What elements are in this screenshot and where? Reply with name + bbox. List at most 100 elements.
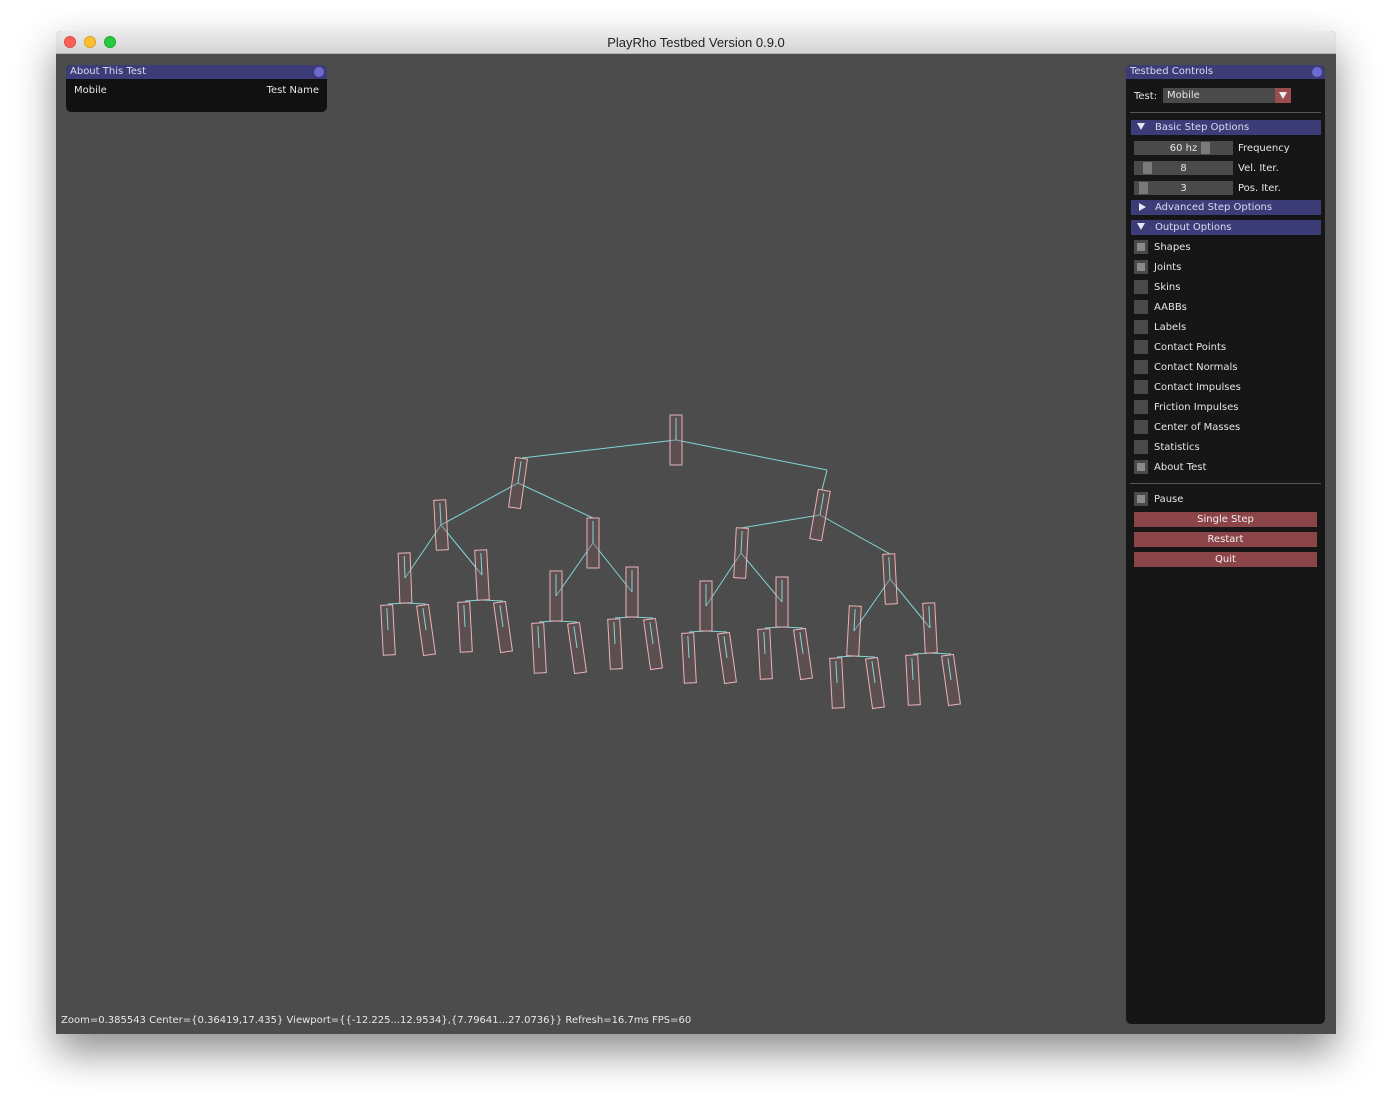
- output-checkbox[interactable]: [1134, 260, 1148, 274]
- mobile-body: [775, 576, 789, 628]
- about-test-title: About This Test: [70, 66, 147, 77]
- joint-line: [740, 514, 821, 529]
- status-line: Zoom=0.385543 Center={0.36419,17.435} Vi…: [61, 1015, 692, 1026]
- vel-iter-label: Vel. Iter.: [1238, 163, 1279, 174]
- test-name-value: Mobile: [74, 85, 107, 96]
- advanced-step-options-header[interactable]: Advanced Step Options: [1131, 200, 1321, 215]
- testbed-window: PlayRho Testbed Version 0.9.0 About This…: [56, 31, 1336, 1034]
- window-title: PlayRho Testbed Version 0.9.0: [607, 35, 785, 50]
- pause-label: Pause: [1154, 494, 1184, 505]
- vel-iter-value: 8: [1180, 163, 1187, 174]
- mobile-body: [809, 488, 831, 542]
- about-test-title-bar[interactable]: About This Test: [66, 65, 327, 79]
- output-checkbox[interactable]: [1134, 420, 1148, 434]
- output-checkbox-label: Friction Impulses: [1154, 402, 1239, 413]
- frequency-slider[interactable]: 60 hz: [1134, 141, 1233, 155]
- divider: [1130, 112, 1321, 113]
- testbed-controls-panel: Testbed Controls Test: Mobile Basic Step…: [1126, 65, 1325, 1024]
- single-step-button[interactable]: Single Step: [1134, 512, 1317, 527]
- frequency-value: 60 hz: [1169, 143, 1198, 154]
- output-checkbox-label: Center of Masses: [1154, 422, 1241, 433]
- output-checkbox-label: Contact Impulses: [1154, 382, 1241, 393]
- quit-button[interactable]: Quit: [1134, 552, 1317, 567]
- mobile-body: [549, 570, 563, 622]
- pause-checkbox[interactable]: [1134, 492, 1148, 506]
- joint-line: [517, 482, 594, 519]
- expanded-triangle-icon: [1137, 223, 1145, 230]
- pos-iter-label: Pos. Iter.: [1238, 183, 1281, 194]
- output-checkbox[interactable]: [1134, 380, 1148, 394]
- test-dropdown[interactable]: Mobile: [1163, 88, 1291, 103]
- output-checkbox-label: Shapes: [1154, 242, 1191, 253]
- divider: [1130, 483, 1321, 484]
- output-checkbox-label: Contact Points: [1154, 342, 1227, 353]
- checkmark-icon: [1137, 463, 1145, 471]
- output-options-header[interactable]: Output Options: [1131, 220, 1321, 235]
- output-checkbox-label: Labels: [1154, 322, 1187, 333]
- mobile-body: [905, 654, 921, 706]
- checkmark-icon: [1137, 243, 1145, 251]
- joint-line: [819, 514, 891, 555]
- output-checkbox[interactable]: [1134, 400, 1148, 414]
- output-checkbox-label: Joints: [1154, 262, 1182, 273]
- output-checkbox-label: Statistics: [1154, 442, 1200, 453]
- collapse-orb-icon[interactable]: [314, 67, 324, 77]
- mobile-body: [607, 618, 623, 670]
- test-name-row: Mobile Test Name: [66, 79, 327, 103]
- mobile-body: [433, 499, 449, 551]
- output-checkbox-label: Skins: [1154, 282, 1181, 293]
- test-label: Test:: [1134, 91, 1158, 102]
- basic-step-options-label: Basic Step Options: [1155, 122, 1250, 133]
- basic-step-options-header[interactable]: Basic Step Options: [1131, 120, 1321, 135]
- mobile-body: [474, 549, 490, 601]
- mobile-body: [625, 566, 639, 618]
- test-name-label: Test Name: [266, 85, 319, 96]
- checkmark-icon: [1137, 495, 1145, 503]
- test-dropdown-value: Mobile: [1167, 90, 1200, 101]
- output-checkbox[interactable]: [1134, 360, 1148, 374]
- vel-iter-slider[interactable]: 8: [1134, 161, 1233, 175]
- restart-button[interactable]: Restart: [1134, 532, 1317, 547]
- title-bar: PlayRho Testbed Version 0.9.0: [56, 31, 1336, 54]
- output-checkbox[interactable]: [1134, 300, 1148, 314]
- mobile-body: [699, 580, 713, 632]
- output-checkbox[interactable]: [1134, 280, 1148, 294]
- testbed-controls-title-bar[interactable]: Testbed Controls: [1126, 65, 1325, 79]
- collapsed-triangle-icon: [1139, 203, 1146, 211]
- mobile-body: [757, 628, 773, 680]
- mobile-body: [567, 621, 587, 675]
- mobile-body: [397, 552, 413, 604]
- mobile-body: [508, 456, 528, 510]
- joint-line: [440, 482, 519, 526]
- mobile-body: [793, 627, 813, 681]
- output-checkbox[interactable]: [1134, 240, 1148, 254]
- advanced-step-options-label: Advanced Step Options: [1155, 202, 1273, 213]
- mobile-body: [865, 656, 885, 710]
- output-options-label: Output Options: [1155, 222, 1232, 233]
- output-checkbox[interactable]: [1134, 340, 1148, 354]
- simulation-viewport[interactable]: About This Test Mobile Test Name Testbed…: [56, 54, 1336, 1034]
- mobile-body: [643, 617, 663, 671]
- collapse-orb-icon[interactable]: [1312, 67, 1322, 77]
- output-checkbox-label: About Test: [1154, 462, 1207, 473]
- pos-iter-slider[interactable]: 3: [1134, 181, 1233, 195]
- output-checkbox[interactable]: [1134, 460, 1148, 474]
- output-checkbox[interactable]: [1134, 440, 1148, 454]
- output-checkbox-label: AABBs: [1154, 302, 1187, 313]
- mobile-body: [669, 414, 683, 466]
- mobile-body: [733, 527, 749, 579]
- mobile-body: [380, 604, 396, 656]
- dropdown-arrow-icon[interactable]: [1275, 88, 1291, 103]
- mobile-body: [416, 603, 436, 657]
- mobile-body: [457, 601, 473, 653]
- output-checkbox[interactable]: [1134, 320, 1148, 334]
- joint-line: [821, 469, 828, 491]
- frequency-label: Frequency: [1238, 143, 1290, 154]
- about-test-panel: About This Test Mobile Test Name: [66, 65, 327, 112]
- output-checkbox-label: Contact Normals: [1154, 362, 1238, 373]
- checkmark-icon: [1137, 263, 1145, 271]
- mobile-body: [846, 605, 862, 657]
- mobile-body: [681, 632, 697, 684]
- mobile-body: [717, 631, 737, 685]
- mobile-body: [941, 653, 961, 707]
